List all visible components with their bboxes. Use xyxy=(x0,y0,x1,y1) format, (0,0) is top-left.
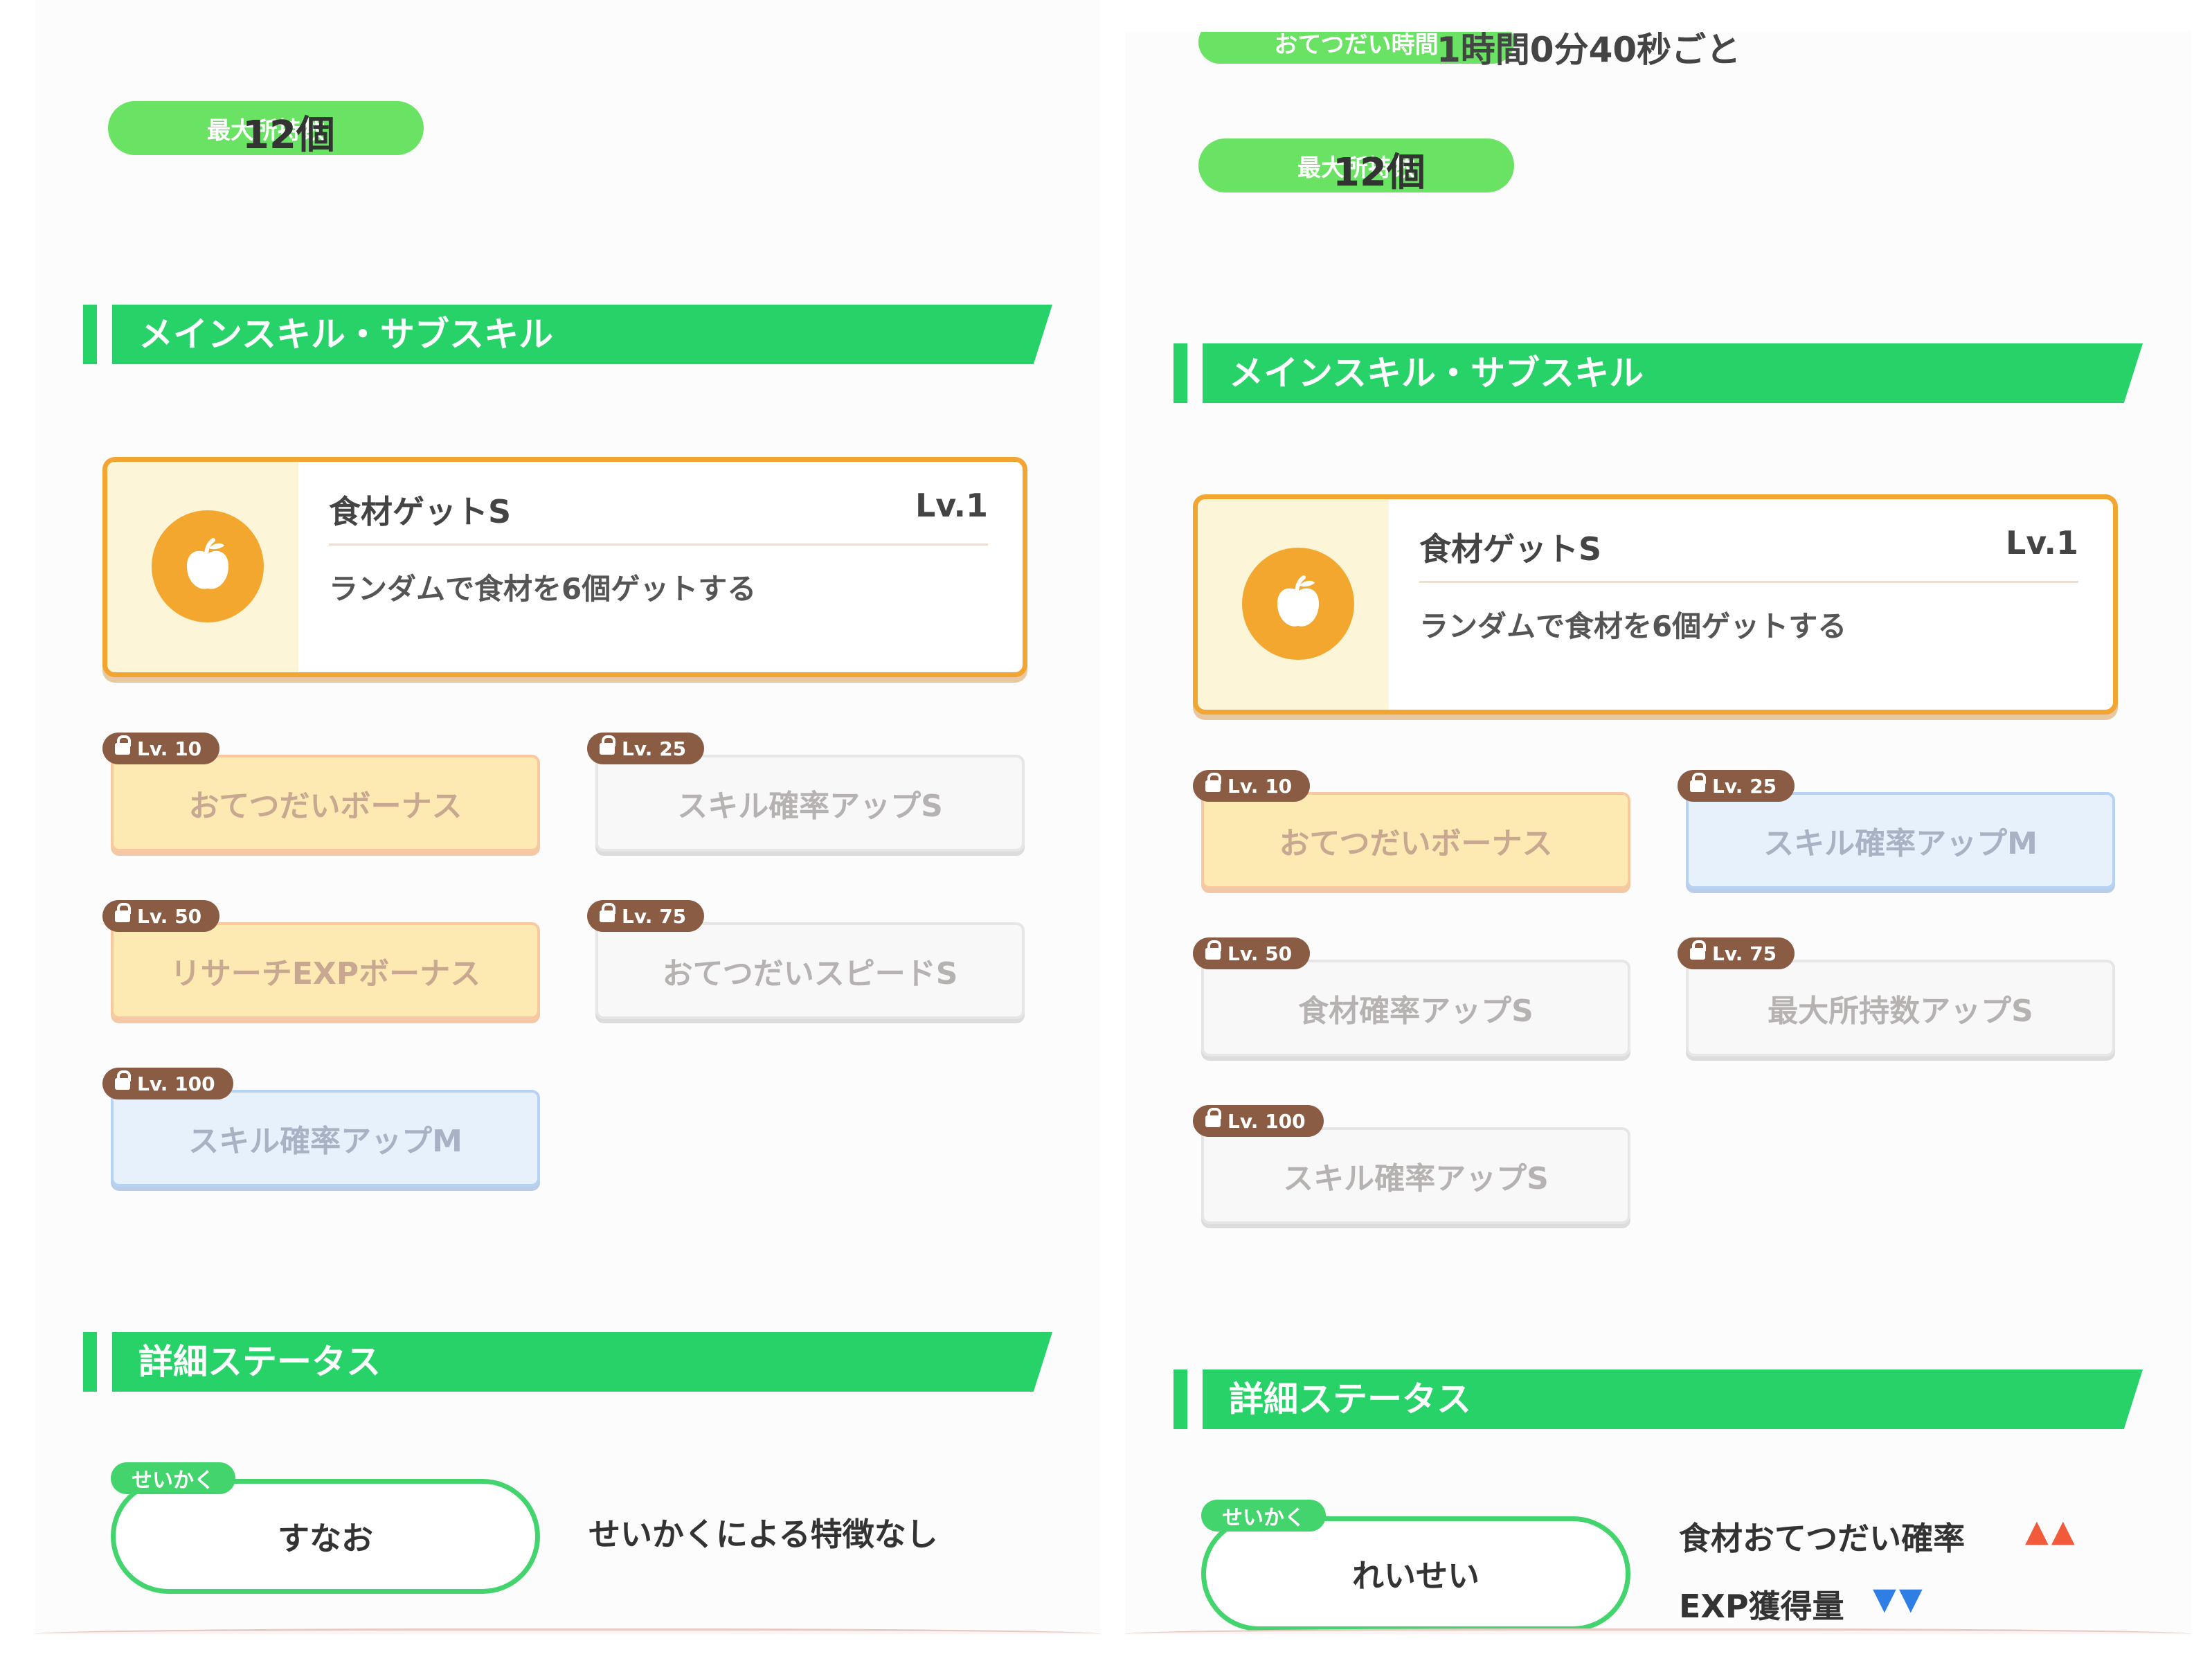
section-title: メインスキル・サブスキル xyxy=(1229,353,1644,393)
lock-icon xyxy=(1690,940,1706,960)
lock-icon xyxy=(115,735,131,755)
divider xyxy=(1419,581,2078,583)
pokemon-detail-panel-left[interactable]: 最大所持数 12個 メインスキル・サブスキル 食材ゲットS Lv.1 ランダムで… xyxy=(35,0,1101,1661)
scroll-clip xyxy=(1125,0,2191,32)
level-tag-lv75: Lv. 75 xyxy=(587,900,705,932)
nature-up-arrows: ▲▲ xyxy=(2025,1514,2078,1549)
sub-skill-lv100[interactable]: スキル確率アップM xyxy=(111,1090,540,1187)
lock-icon xyxy=(600,735,615,755)
level-text: Lv. 100 xyxy=(1228,1109,1306,1133)
main-skill-level: Lv.1 xyxy=(915,487,988,524)
apple-icon xyxy=(152,510,264,622)
nature-down-label: EXP獲得量 xyxy=(1679,1588,1844,1625)
nature-name-box: れいせい xyxy=(1201,1516,1630,1631)
level-text: Lv. 75 xyxy=(622,904,687,928)
section-title: 詳細ステータス xyxy=(138,1342,381,1382)
main-skill-level: Lv.1 xyxy=(2005,524,2078,562)
section-title: メインスキル・サブスキル xyxy=(138,314,553,354)
main-skill-name: 食材ゲットS xyxy=(329,493,512,530)
level-tag-lv100: Lv. 100 xyxy=(102,1068,233,1099)
lock-icon xyxy=(600,903,615,923)
lock-icon xyxy=(1205,940,1221,960)
nature-name-box: すなお xyxy=(111,1479,540,1594)
divider xyxy=(329,544,988,546)
apple-icon xyxy=(1242,548,1354,660)
level-text: Lv. 50 xyxy=(137,904,202,928)
nature-up-label: 食材おてつだい確率 xyxy=(1679,1520,1966,1557)
max-carry-value: 12個 xyxy=(242,113,335,158)
level-tag-lv100: Lv. 100 xyxy=(1193,1105,1324,1137)
sub-skill-lv25[interactable]: スキル確率アップM xyxy=(1686,792,2115,889)
lock-icon xyxy=(1205,773,1221,793)
sub-skill-lv100[interactable]: スキル確率アップS xyxy=(1201,1127,1630,1224)
panel-cutoff xyxy=(1125,1635,2191,1661)
level-tag-lv25: Lv. 25 xyxy=(1678,770,1795,802)
level-tag-lv75: Lv. 75 xyxy=(1678,937,1795,969)
level-text: Lv. 25 xyxy=(1712,774,1777,798)
section-accent-bar xyxy=(83,1332,97,1392)
lock-icon xyxy=(1205,1108,1221,1128)
nature-down-arrows: ▼▼ xyxy=(1873,1581,1925,1617)
sub-skill-lv50[interactable]: 食材確率アップS xyxy=(1201,960,1630,1057)
skills-section-header: メインスキル・サブスキル xyxy=(83,305,1052,364)
level-tag-lv50: Lv. 50 xyxy=(102,900,220,932)
level-text: Lv. 10 xyxy=(1228,774,1293,798)
max-carry-value: 12個 xyxy=(1333,150,1426,195)
sub-skill-lv75[interactable]: おてつだいスピードS xyxy=(595,922,1025,1019)
lock-icon xyxy=(115,1070,131,1090)
main-skill-name: 食材ゲットS xyxy=(1419,530,1602,568)
level-text: Lv. 100 xyxy=(137,1072,215,1095)
sub-skill-lv10[interactable]: おてつだいボーナス xyxy=(111,755,540,852)
nature-effect-text: せいかくによる特徴なし xyxy=(588,1516,938,1553)
level-text: Lv. 50 xyxy=(1228,942,1293,965)
main-skill-description: ランダムで食材を6個ゲットする xyxy=(329,572,757,606)
level-text: Lv. 75 xyxy=(1712,942,1777,965)
main-skill-icon-area xyxy=(1198,499,1389,710)
main-skill-description: ランダムで食材を6個ゲットする xyxy=(1419,609,1847,643)
level-tag-lv50: Lv. 50 xyxy=(1193,937,1311,969)
status-section-header: 詳細ステータス xyxy=(1174,1370,2143,1429)
nature-tag: せいかく xyxy=(111,1462,235,1494)
level-text: Lv. 10 xyxy=(137,737,202,760)
skills-section-header: メインスキル・サブスキル xyxy=(1174,343,2143,403)
sub-skill-lv25[interactable]: スキル確率アップS xyxy=(595,755,1025,852)
nature-tag: せいかく xyxy=(1201,1500,1326,1532)
main-skill-icon-area xyxy=(107,462,298,672)
section-title: 詳細ステータス xyxy=(1229,1379,1471,1419)
sub-skill-lv10[interactable]: おてつだいボーナス xyxy=(1201,792,1630,889)
level-text: Lv. 25 xyxy=(622,737,687,760)
screen: 最大所持数 12個 メインスキル・サブスキル 食材ゲットS Lv.1 ランダムで… xyxy=(0,0,2212,1661)
level-tag-lv10: Lv. 10 xyxy=(1193,770,1311,802)
section-accent-bar xyxy=(83,305,97,364)
status-section-header: 詳細ステータス xyxy=(83,1332,1052,1392)
level-tag-lv10: Lv. 10 xyxy=(102,733,220,764)
panel-bottom-edge xyxy=(35,1628,1101,1634)
section-accent-bar xyxy=(1174,343,1187,403)
section-accent-bar xyxy=(1174,1370,1187,1429)
sub-skill-lv50[interactable]: リサーチEXPボーナス xyxy=(111,922,540,1019)
pokemon-detail-panel-right[interactable]: おてつだい時間 1時間0分40秒ごと 最大所持数 12個 メインスキル・サブスキ… xyxy=(1125,0,2191,1661)
sub-skill-lv75[interactable]: 最大所持数アップS xyxy=(1686,960,2115,1057)
level-tag-lv25: Lv. 25 xyxy=(587,733,705,764)
panel-cutoff xyxy=(35,1635,1101,1661)
main-skill-card[interactable]: 食材ゲットS Lv.1 ランダムで食材を6個ゲットする xyxy=(1193,494,2118,715)
lock-icon xyxy=(1690,773,1706,793)
main-skill-card[interactable]: 食材ゲットS Lv.1 ランダムで食材を6個ゲットする xyxy=(102,457,1027,677)
panel-bottom-edge xyxy=(1125,1628,2191,1634)
lock-icon xyxy=(115,903,131,923)
